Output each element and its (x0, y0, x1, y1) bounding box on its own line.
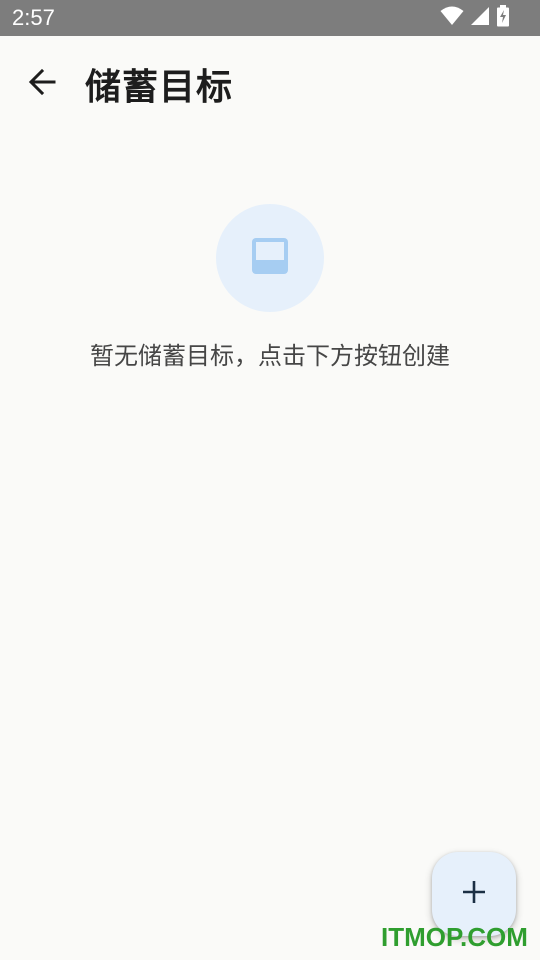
page-title: 储蓄目标 (85, 67, 234, 108)
status-bar: 2:57 (0, 0, 540, 36)
status-time: 2:57 (12, 5, 55, 30)
battery-charging-icon (496, 5, 510, 31)
empty-state-illustration (216, 204, 324, 312)
status-icons (440, 5, 510, 31)
empty-state-message: 暂无储蓄目标，点击下方按钮创建 (90, 342, 450, 370)
watermark: ITMOP.COM (381, 922, 528, 952)
app-bar: 储蓄目标 (0, 36, 540, 132)
screen: 2:57 储蓄目标 暂无储蓄目标，点击下方按钮创建 ITMOP.COM (0, 0, 540, 960)
back-button[interactable] (14, 56, 70, 112)
cellular-signal-icon (470, 6, 490, 30)
plus-icon (461, 879, 487, 909)
wifi-icon (440, 6, 464, 30)
inbox-icon (252, 238, 288, 278)
arrow-left-icon (28, 68, 56, 100)
empty-state: 暂无储蓄目标，点击下方按钮创建 (0, 204, 540, 371)
